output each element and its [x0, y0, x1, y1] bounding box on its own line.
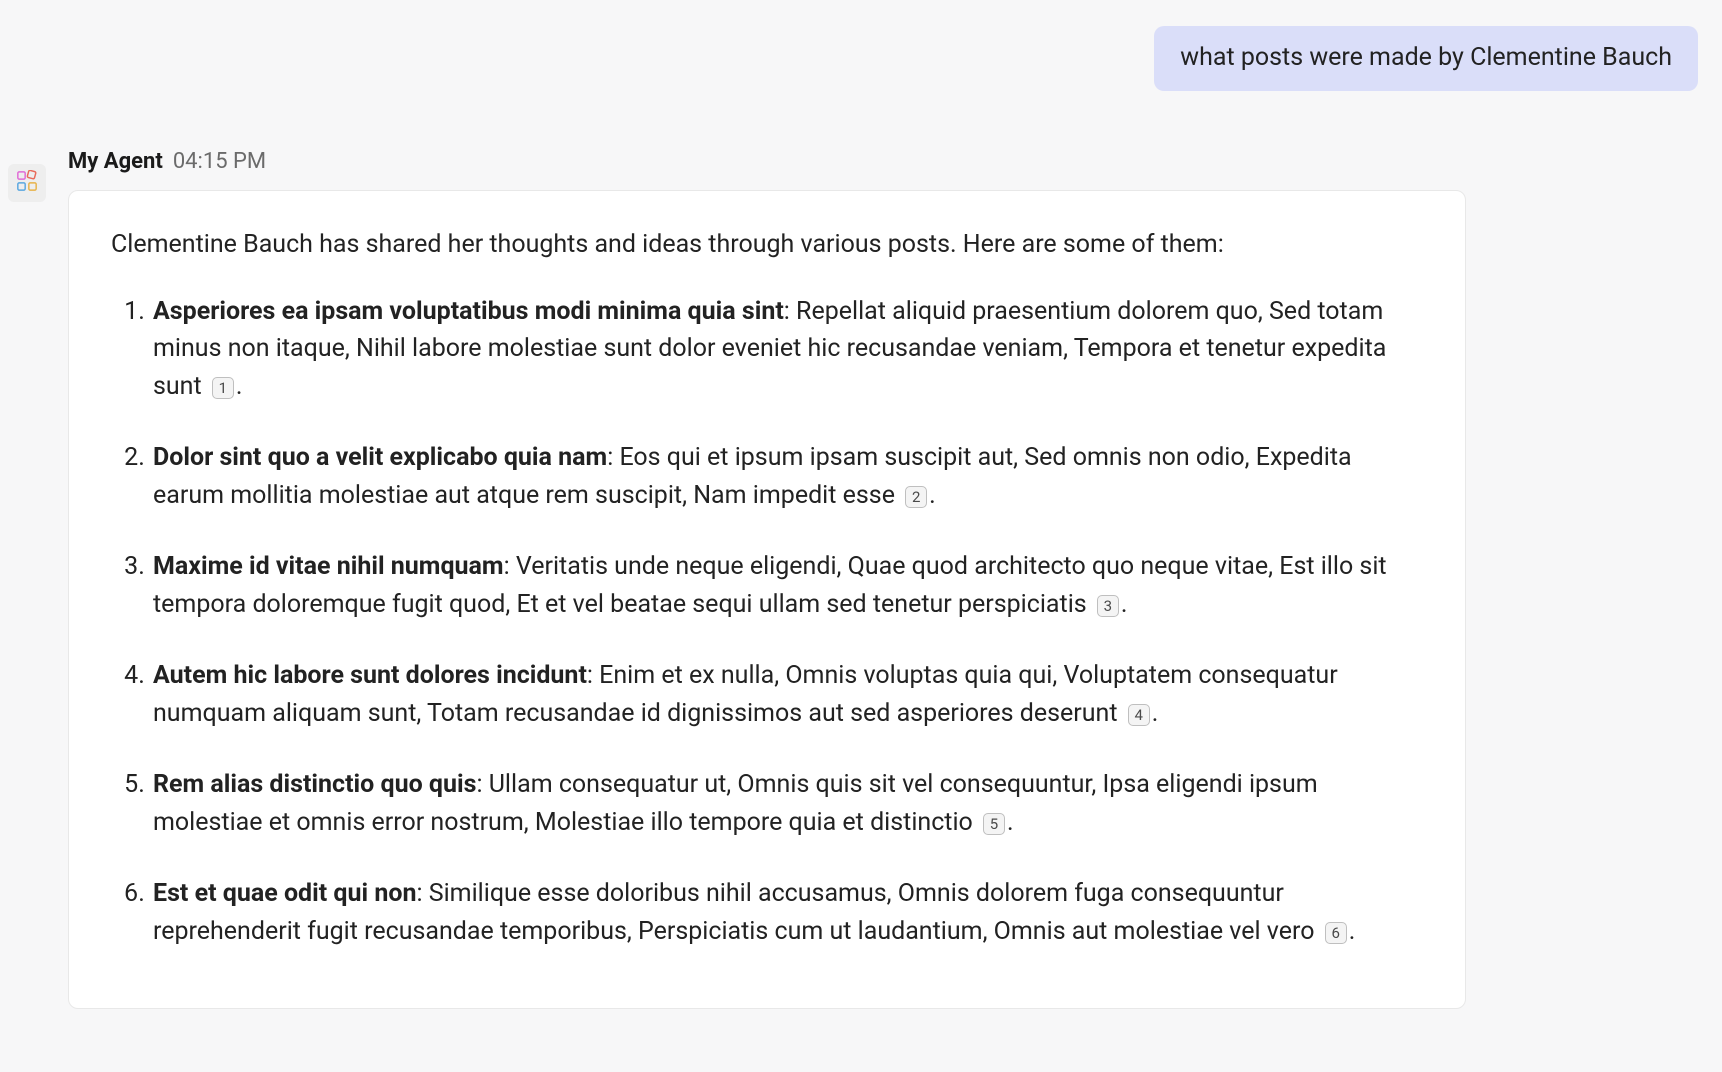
- agent-name: My Agent: [68, 149, 163, 174]
- agent-intro-text: Clementine Bauch has shared her thoughts…: [111, 227, 1423, 263]
- agent-avatar[interactable]: [8, 164, 46, 202]
- apps-icon: [16, 170, 38, 196]
- posts-list: Asperiores ea ipsam voluptatibus modi mi…: [111, 293, 1423, 951]
- reference-chip[interactable]: 3: [1097, 595, 1119, 617]
- user-message-row: what posts were made by Clementine Bauch: [54, 26, 1722, 91]
- list-item: Asperiores ea ipsam voluptatibus modi mi…: [151, 293, 1423, 406]
- reference-chip[interactable]: 4: [1128, 704, 1150, 726]
- agent-timestamp: 04:15 PM: [173, 149, 266, 174]
- post-title: Dolor sint quo a velit explicabo quia na…: [153, 443, 607, 472]
- post-title: Autem hic labore sunt dolores incidunt: [153, 661, 587, 690]
- list-item: Rem alias distinctio quo quis: Ullam con…: [151, 766, 1423, 841]
- post-title: Est et quae odit qui non: [153, 879, 417, 908]
- left-gutter: [0, 0, 54, 1072]
- reference-chip[interactable]: 1: [212, 377, 234, 399]
- list-item: Dolor sint quo a velit explicabo quia na…: [151, 439, 1423, 514]
- list-item: Autem hic labore sunt dolores incidunt: …: [151, 657, 1423, 732]
- reference-chip[interactable]: 2: [905, 486, 927, 508]
- post-title: Rem alias distinctio quo quis: [153, 770, 476, 799]
- agent-bubble-wrap: Clementine Bauch has shared her thoughts…: [54, 174, 1722, 1010]
- reference-chip[interactable]: 5: [983, 813, 1005, 835]
- user-message-bubble[interactable]: what posts were made by Clementine Bauch: [1154, 26, 1698, 91]
- post-title: Maxime id vitae nihil numquam: [153, 552, 504, 581]
- agent-message-bubble: Clementine Bauch has shared her thoughts…: [68, 190, 1466, 1010]
- post-title: Asperiores ea ipsam voluptatibus modi mi…: [153, 297, 784, 326]
- list-item: Maxime id vitae nihil numquam: Veritatis…: [151, 548, 1423, 623]
- conversation-column: what posts were made by Clementine Bauch…: [54, 0, 1722, 1072]
- reference-chip[interactable]: 6: [1325, 922, 1347, 944]
- list-item: Est et quae odit qui non: Similique esse…: [151, 875, 1423, 950]
- chat-page: what posts were made by Clementine Bauch…: [0, 0, 1722, 1072]
- agent-header: My Agent 04:15 PM: [54, 149, 1722, 174]
